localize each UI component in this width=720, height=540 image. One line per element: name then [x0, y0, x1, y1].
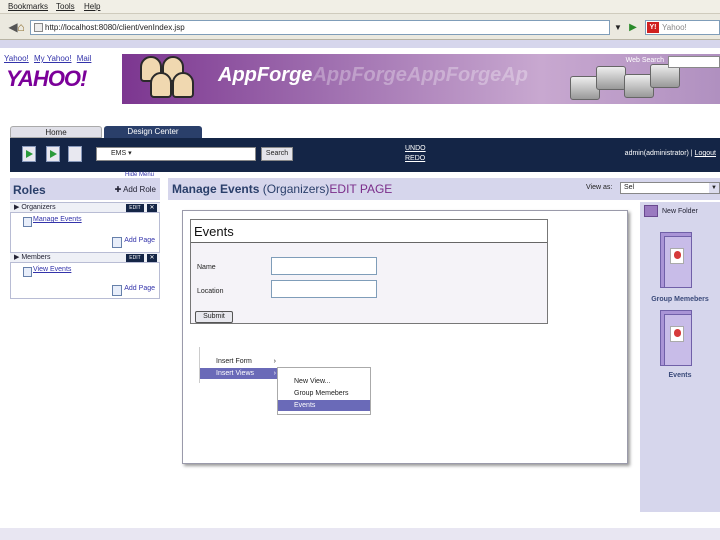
role-name: ▶ Organizers: [14, 204, 56, 211]
yahoo-logo[interactable]: YAHOO!: [6, 66, 87, 92]
events-form[interactable]: Events Name Location Submit: [190, 219, 548, 324]
location-label: Location: [197, 288, 224, 295]
user-info: admin(administrator) | Logout: [624, 150, 716, 157]
link-mail[interactable]: Mail: [77, 54, 92, 63]
add-page-button[interactable]: Add Page: [112, 285, 155, 296]
form-title-bar: Events: [191, 220, 547, 243]
app-select[interactable]: EMS ▾: [96, 147, 256, 161]
add-page-button[interactable]: Add Page: [112, 237, 155, 248]
redo-link[interactable]: REDO: [405, 154, 426, 164]
main-header: Manage Events (Organizers)EDIT PAGE View…: [168, 178, 720, 200]
roles-title: Roles: [13, 183, 46, 197]
add-role-label: Add Role: [123, 185, 156, 194]
chevron-down-icon: ▼: [709, 183, 719, 193]
link-yahoo[interactable]: Yahoo!: [4, 54, 29, 63]
folder-label-group-members[interactable]: Group Memebers: [640, 296, 720, 303]
app-select-value: EMS: [111, 150, 127, 157]
menu-item-label: Insert Views: [216, 370, 254, 377]
chevron-right-icon: ›: [273, 370, 276, 377]
user-name: admin(administrator): [624, 150, 689, 157]
roles-sidebar: Hide Menu Roles ✚ Add Role ▶ Organizers …: [10, 172, 160, 468]
browser-menubar: Bookmarks Tools Help: [0, 0, 720, 14]
role-name: ▶ Members: [14, 254, 51, 261]
new-folder-icon: [644, 205, 658, 217]
edit-page-link[interactable]: EDIT PAGE: [329, 182, 392, 196]
go-icon[interactable]: ▶: [626, 20, 640, 35]
servers-icon: [570, 62, 680, 102]
undo-redo: UNDO REDO: [405, 144, 426, 164]
menu-item-insert-form[interactable]: Insert Form ›: [200, 356, 280, 367]
page-link-view-events[interactable]: View Events: [23, 266, 71, 277]
logout-link[interactable]: Logout: [695, 150, 716, 157]
delete-role-icon[interactable]: ✕: [147, 254, 157, 262]
view-as-label: View as:: [586, 184, 613, 191]
url-dropdown-icon[interactable]: ▼: [612, 20, 624, 35]
address-toolbar: ◀ ⌂ http://localhost:8080/client/venInde…: [0, 14, 720, 40]
add-role-button[interactable]: ✚ Add Role: [115, 185, 156, 194]
role-header-organizers[interactable]: ▶ Organizers EDIT ✕: [10, 202, 160, 213]
context-submenu: New View... Group Memebers Events: [277, 367, 371, 415]
name-label: Name: [197, 264, 216, 271]
location-field[interactable]: [271, 280, 377, 298]
page-icon: [34, 23, 43, 32]
submenu-item-new-view[interactable]: New View...: [278, 376, 370, 387]
page-title-name: Manage Events: [172, 182, 260, 196]
run-icon[interactable]: [22, 146, 36, 162]
submenu-item-events[interactable]: Events: [278, 400, 370, 411]
yahoo-search-placeholder: Yahoo!: [662, 23, 687, 32]
views-panel: New Folder Group Memebers Events: [640, 202, 720, 512]
home-icon[interactable]: ⌂: [12, 18, 30, 36]
edit-role-button[interactable]: EDIT: [126, 204, 144, 212]
name-field[interactable]: [271, 257, 377, 275]
page-canvas: Events Name Location Submit Insert Form ›…: [182, 210, 628, 464]
menu-bookmarks[interactable]: Bookmarks: [8, 2, 48, 11]
link-my-yahoo[interactable]: My Yahoo!: [34, 54, 72, 63]
delete-role-icon[interactable]: ✕: [147, 204, 157, 212]
context-menu: Insert Form › Insert Views ›: [199, 347, 280, 383]
save-icon[interactable]: [68, 146, 82, 162]
tab-design-center[interactable]: Design Center: [104, 126, 202, 138]
web-search-label: Web Search: [625, 57, 664, 64]
yahoo-search-input[interactable]: Y! Yahoo!: [645, 20, 720, 35]
page-footer: [0, 528, 720, 540]
banner-title-main: AppForge: [218, 64, 313, 86]
folder-label-events[interactable]: Events: [640, 372, 720, 379]
yahoo-links: Yahoo! My Yahoo! Mail: [4, 54, 94, 63]
tab-home[interactable]: Home: [10, 126, 102, 138]
menu-help[interactable]: Help: [84, 2, 100, 11]
url-field[interactable]: http://localhost:8080/client/venIndex.js…: [30, 20, 610, 35]
menu-item-label: Insert Form: [216, 358, 252, 365]
menu-tools[interactable]: Tools: [56, 2, 75, 11]
folder-group-members-icon[interactable]: [656, 232, 696, 290]
yahoo-badge-icon: Y!: [647, 22, 659, 33]
appforge-banner: AppForgeAppForgeAppForgeAp Web Search: [122, 54, 720, 104]
submenu-item-group-members[interactable]: Group Memebers: [278, 388, 370, 399]
undo-link[interactable]: UNDO: [405, 144, 426, 154]
form-title: Events: [194, 224, 234, 239]
role-header-members[interactable]: ▶ Members EDIT ✕: [10, 252, 160, 263]
view-as-select[interactable]: Sel ▼: [620, 182, 720, 194]
design-toolbar: EMS ▾ Search UNDO REDO admin(administrat…: [10, 138, 720, 172]
people-icon: [128, 54, 208, 104]
chevron-right-icon: ›: [273, 358, 276, 365]
submit-button[interactable]: Submit: [195, 311, 233, 323]
new-folder-button[interactable]: New Folder: [644, 205, 698, 217]
banner-title: AppForgeAppForgeAppForgeAp: [218, 64, 528, 87]
view-as-value: Sel: [624, 184, 635, 191]
menu-item-insert-views[interactable]: Insert Views ›: [200, 368, 280, 379]
page-title-role: (Organizers): [262, 182, 330, 196]
web-search-input[interactable]: [668, 56, 720, 68]
edit-role-button[interactable]: EDIT: [126, 254, 144, 262]
search-button[interactable]: Search: [261, 147, 293, 161]
url-text: http://localhost:8080/client/venIndex.js…: [45, 23, 185, 32]
banner-title-ghost: AppForgeAppForgeAp: [312, 64, 528, 86]
folder-events-icon[interactable]: [656, 310, 696, 368]
role-pages: View Events Add Page: [10, 263, 160, 299]
page-link-manage-events[interactable]: Manage Events: [23, 216, 82, 227]
role-pages: Manage Events Add Page: [10, 213, 160, 253]
new-folder-label: New Folder: [662, 208, 698, 215]
run-page-icon[interactable]: [46, 146, 60, 162]
page-title: Manage Events (Organizers)EDIT PAGE: [172, 182, 392, 196]
roles-header: Roles ✚ Add Role: [10, 178, 160, 200]
